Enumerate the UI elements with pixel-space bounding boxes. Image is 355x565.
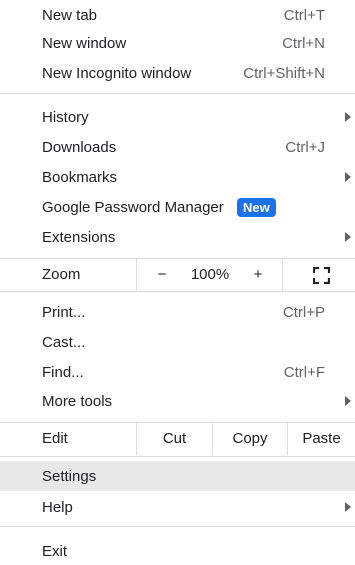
menu-item-find[interactable]: Find... Ctrl+F bbox=[0, 357, 355, 387]
menu-item-history[interactable]: History bbox=[0, 102, 355, 132]
cut-button[interactable]: Cut bbox=[136, 423, 212, 455]
extensions-label: Extensions bbox=[42, 228, 116, 246]
menu-item-settings[interactable]: Settings bbox=[0, 461, 355, 491]
menu-item-exit[interactable]: Exit bbox=[0, 536, 355, 565]
menu-item-downloads[interactable]: Downloads Ctrl+J bbox=[0, 132, 355, 162]
fullscreen-icon[interactable] bbox=[313, 267, 330, 284]
history-label: History bbox=[42, 108, 89, 126]
menu-item-password-manager[interactable]: Google Password Manager New bbox=[0, 192, 355, 222]
menu-item-extensions[interactable]: Extensions bbox=[0, 222, 355, 252]
zoom-out-button[interactable]: − bbox=[147, 259, 177, 291]
new-window-label: New window bbox=[42, 34, 127, 52]
cast-label: Cast... bbox=[42, 333, 86, 351]
divider bbox=[0, 291, 355, 292]
more-tools-label: More tools bbox=[42, 392, 113, 410]
exit-label: Exit bbox=[42, 542, 68, 560]
zoom-in-button[interactable]: + bbox=[243, 259, 273, 291]
chrome-app-menu: New tab Ctrl+T New window Ctrl+N New Inc… bbox=[0, 0, 355, 565]
new-incognito-label: New Incognito window bbox=[42, 64, 192, 82]
submenu-arrow-icon bbox=[345, 172, 351, 182]
find-label: Find... bbox=[42, 363, 84, 381]
downloads-shortcut: Ctrl+J bbox=[285, 138, 325, 156]
settings-label: Settings bbox=[42, 467, 97, 485]
new-incognito-shortcut: Ctrl+Shift+N bbox=[243, 64, 325, 82]
paste-button[interactable]: Paste bbox=[287, 423, 355, 455]
bookmarks-label: Bookmarks bbox=[42, 168, 118, 186]
menu-item-print[interactable]: Print... Ctrl+P bbox=[0, 297, 355, 327]
zoom-row: Zoom − 100% + bbox=[0, 259, 355, 291]
submenu-arrow-icon bbox=[345, 232, 351, 242]
help-label: Help bbox=[42, 498, 73, 516]
menu-item-cast[interactable]: Cast... bbox=[0, 327, 355, 357]
zoom-label: Zoom bbox=[42, 266, 81, 283]
edit-row: Edit Cut Copy Paste bbox=[0, 423, 355, 455]
new-window-shortcut: Ctrl+N bbox=[282, 34, 325, 52]
divider bbox=[0, 93, 355, 94]
submenu-arrow-icon bbox=[345, 112, 351, 122]
menu-item-new-window[interactable]: New window Ctrl+N bbox=[0, 28, 355, 58]
downloads-label: Downloads bbox=[42, 138, 117, 156]
submenu-arrow-icon bbox=[345, 502, 351, 512]
print-shortcut: Ctrl+P bbox=[282, 303, 325, 321]
password-manager-label: Google Password Manager bbox=[42, 198, 224, 216]
divider bbox=[0, 456, 355, 457]
menu-item-more-tools[interactable]: More tools bbox=[0, 386, 355, 416]
new-badge: New bbox=[237, 197, 276, 217]
menu-item-bookmarks[interactable]: Bookmarks bbox=[0, 162, 355, 192]
menu-item-new-tab[interactable]: New tab Ctrl+T bbox=[0, 0, 355, 30]
find-shortcut: Ctrl+F bbox=[283, 363, 325, 381]
edit-label: Edit bbox=[42, 430, 68, 447]
print-label: Print... bbox=[42, 303, 86, 321]
submenu-arrow-icon bbox=[345, 396, 351, 406]
new-tab-label: New tab bbox=[42, 6, 98, 24]
copy-button[interactable]: Copy bbox=[212, 423, 287, 455]
new-tab-shortcut: Ctrl+T bbox=[283, 6, 325, 24]
zoom-controls: − 100% + bbox=[136, 259, 283, 291]
menu-item-new-incognito-window[interactable]: New Incognito window Ctrl+Shift+N bbox=[0, 58, 355, 88]
divider bbox=[0, 526, 355, 527]
menu-item-help[interactable]: Help bbox=[0, 492, 355, 522]
zoom-level: 100% bbox=[190, 266, 230, 283]
